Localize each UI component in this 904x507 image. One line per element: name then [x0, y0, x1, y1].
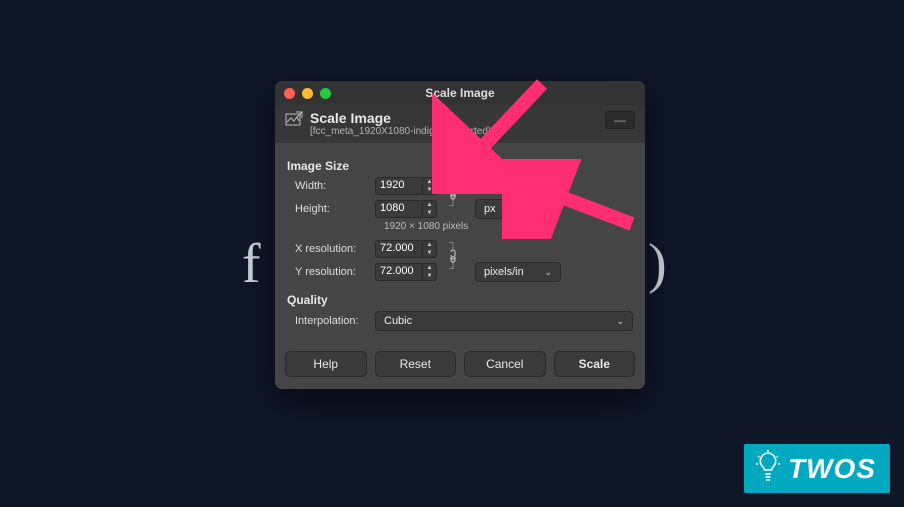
interpolation-dropdown[interactable]: Cubic ⌄: [375, 311, 633, 331]
size-unit-value: px: [484, 203, 496, 215]
width-label: Width:: [287, 180, 375, 192]
lightbulb-icon: [754, 450, 782, 487]
background-letter-f: f: [242, 232, 261, 296]
height-stepper[interactable]: ▲▼: [422, 201, 436, 217]
scale-image-dialog: Scale Image Scale Image [fcc_meta_1920X1…: [275, 81, 645, 389]
interpolation-label: Interpolation:: [287, 315, 375, 327]
x-resolution-stepper[interactable]: ▲▼: [422, 241, 436, 257]
arrow-down-icon[interactable]: ▼: [423, 186, 436, 194]
arrow-up-icon[interactable]: ▲: [423, 241, 436, 249]
dimensions-hint: 1920 × 1080 pixels: [384, 221, 633, 232]
interpolation-value: Cubic: [384, 315, 412, 327]
arrow-down-icon[interactable]: ▼: [423, 209, 436, 217]
width-stepper[interactable]: ▲▼: [422, 178, 436, 194]
y-resolution-label: Y resolution:: [287, 266, 375, 278]
bracket-icon: ┐: [449, 238, 457, 248]
width-input[interactable]: 1920 ▲▼: [375, 177, 437, 195]
twos-text: TWOS: [788, 453, 876, 485]
bracket-icon: ┐: [449, 175, 457, 185]
dialog-heading: Scale Image: [310, 111, 598, 126]
chevron-down-icon: ⌄: [510, 204, 518, 215]
help-button[interactable]: Help: [285, 351, 367, 377]
titlebar[interactable]: Scale Image: [275, 81, 645, 105]
dialog-footer: Help Reset Cancel Scale: [275, 343, 645, 389]
arrow-up-icon[interactable]: ▲: [423, 201, 436, 209]
x-resolution-label: X resolution:: [287, 243, 375, 255]
arrow-up-icon[interactable]: ▲: [423, 178, 436, 186]
arrow-down-icon[interactable]: ▼: [423, 272, 436, 280]
arrow-up-icon[interactable]: ▲: [423, 264, 436, 272]
reset-button[interactable]: Reset: [375, 351, 457, 377]
height-label: Height:: [287, 203, 375, 215]
dialog-subheading: [fcc_meta_1920X1080-indigo] (imported): [310, 126, 598, 137]
link-resolution-toggle[interactable]: ┐ ┘: [447, 238, 459, 280]
background-paren: ): [648, 232, 667, 296]
dialog-header: Scale Image [fcc_meta_1920X1080-indigo] …: [275, 105, 645, 143]
x-resolution-input[interactable]: 72.000 ▲▼: [375, 240, 437, 258]
size-unit-dropdown[interactable]: px ⌄: [475, 199, 527, 219]
y-resolution-value[interactable]: 72.000: [376, 264, 422, 280]
y-resolution-stepper[interactable]: ▲▼: [422, 264, 436, 280]
twos-watermark: TWOS: [744, 444, 890, 493]
bracket-icon: ┘: [449, 264, 457, 274]
bracket-icon: ┘: [449, 201, 457, 211]
image-size-label: Image Size: [287, 159, 633, 173]
height-input[interactable]: 1080 ▲▼: [375, 200, 437, 218]
chain-link-icon: [447, 248, 459, 264]
collapse-button[interactable]: —: [605, 111, 635, 129]
cancel-button[interactable]: Cancel: [464, 351, 546, 377]
link-dimensions-toggle[interactable]: ┐ ┘: [447, 175, 459, 219]
arrow-down-icon[interactable]: ▼: [423, 249, 436, 257]
chain-link-icon: [447, 185, 459, 201]
y-resolution-input[interactable]: 72.000 ▲▼: [375, 263, 437, 281]
scale-button[interactable]: Scale: [554, 351, 636, 377]
chevron-down-icon: ⌄: [544, 267, 552, 278]
resolution-unit-value: pixels/in: [484, 266, 524, 278]
x-resolution-value[interactable]: 72.000: [376, 241, 422, 257]
quality-label: Quality: [287, 293, 633, 307]
resolution-unit-dropdown[interactable]: pixels/in ⌄: [475, 262, 561, 282]
width-value[interactable]: 1920: [376, 178, 422, 194]
chevron-down-icon: ⌄: [616, 316, 624, 327]
height-value[interactable]: 1080: [376, 201, 422, 217]
window-title: Scale Image: [275, 86, 645, 100]
scale-image-icon: [285, 111, 303, 129]
